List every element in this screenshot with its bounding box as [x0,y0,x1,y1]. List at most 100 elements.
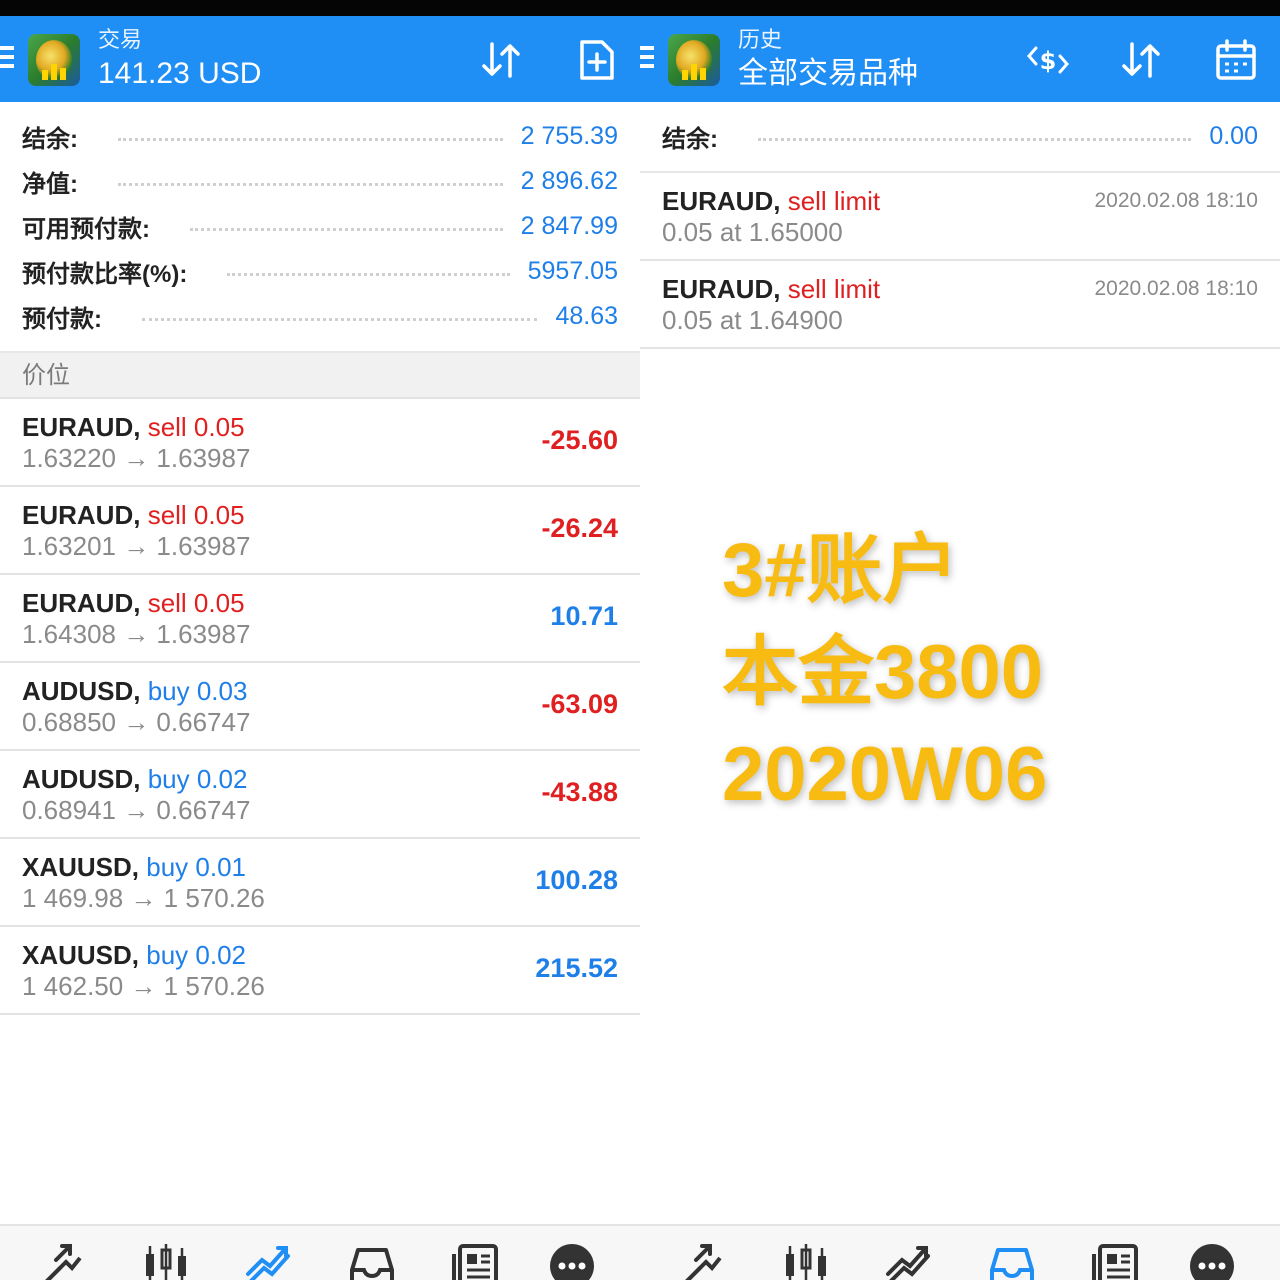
free-margin-value: 2 847.99 [520,212,618,240]
position-action: sell 0.05 [147,588,245,618]
position-symbol: AUDUSD, [22,764,141,794]
order-action: sell limit [787,186,881,216]
sort-icon[interactable] [1120,38,1164,82]
order-detail: 0.05 at 1.64900 [662,305,843,335]
position-profit: 215.52 [535,953,618,983]
balance-value: 0.00 [1209,122,1258,150]
trade-icon[interactable] [242,1240,294,1280]
position-row[interactable]: AUDUSD, buy 0.03 0.68850 → 0.66747 -63.0… [0,663,640,751]
currency-exchange-icon[interactable]: $ [1026,38,1070,82]
account-summary: 结余: 2 755.39 净值: 2 896.62 可用预付款: 2 847.9… [0,102,640,353]
history-app-bar: 历史 全部交易品种 $ [640,16,1280,102]
position-symbol: XAUUSD, [22,940,140,970]
chat-icon[interactable] [1186,1240,1238,1280]
position-profit: -25.60 [541,425,618,455]
trade-app-bar: 交易 141.23 USD [0,16,640,102]
svg-text:$: $ [1040,47,1057,75]
status-bar [0,0,1280,16]
position-profit: -43.88 [541,777,618,807]
bottom-tab-bar [640,1224,1280,1280]
summary-row-margin-level: 预付款比率(%): 5957.05 [22,249,618,294]
sort-icon[interactable] [480,38,524,82]
position-prices: 1.63201 → 1.63987 [22,531,251,561]
order-detail: 0.05 at 1.65000 [662,217,843,247]
overlay-line-capital: 本金3800 [722,630,1044,715]
chat-icon[interactable] [546,1240,598,1280]
position-prices: 1 462.50 → 1 570.26 [22,971,265,1001]
summary-row-margin: 预付款: 48.63 [22,294,618,339]
position-prices: 1.64308 → 1.63987 [22,619,251,649]
position-row[interactable]: XAUUSD, buy 0.02 1 462.50 → 1 570.26 215… [0,927,640,1015]
calendar-icon[interactable] [1214,38,1258,82]
overlay-line-week: 2020W06 [722,732,1048,817]
summary-row-equity: 净值: 2 896.62 [22,159,618,204]
chart-icon[interactable] [140,1240,192,1280]
position-profit: 100.28 [535,865,618,895]
position-action: buy 0.03 [147,676,248,706]
balance-label: 结余: [22,126,78,153]
position-row[interactable]: AUDUSD, buy 0.02 0.68941 → 0.66747 -43.8… [0,751,640,839]
margin-label: 预付款: [22,306,102,333]
order-date: 2020.02.08 18:10 [1094,189,1259,212]
position-symbol: AUDUSD, [22,676,141,706]
new-order-icon[interactable] [574,38,618,82]
margin-value: 48.63 [555,302,618,330]
position-action: sell 0.05 [147,412,245,442]
equity-label: 净值: [22,171,78,198]
order-symbol: EURAUD, [662,274,781,304]
account-profit-title: 141.23 USD [98,57,262,90]
history-icon[interactable] [986,1240,1038,1280]
position-row[interactable]: EURAUD, sell 0.05 1.63220 → 1.63987 -25.… [0,399,640,487]
position-prices: 0.68941 → 0.66747 [22,795,251,825]
free-margin-label: 可用预付款: [22,216,150,243]
position-prices: 0.68850 → 0.66747 [22,707,251,737]
watermark-overlay: 3#账户 本金3800 2020W06 [722,520,1047,826]
position-row[interactable]: XAUUSD, buy 0.01 1 469.98 → 1 570.26 100… [0,839,640,927]
position-action: buy 0.01 [146,852,246,882]
positions-section-header: 价位 [0,353,640,399]
symbol-filter-title[interactable]: 全部交易品种 [738,54,918,94]
position-row[interactable]: EURAUD, sell 0.05 1.64308 → 1.63987 10.7… [0,575,640,663]
screen-subtitle: 历史 [738,27,783,52]
app-logo-icon [668,34,720,86]
position-prices: 1.63220 → 1.63987 [22,443,251,473]
position-profit: -63.09 [541,689,618,719]
margin-level-label: 预付款比率(%): [22,261,188,288]
position-profit: -26.24 [541,513,618,543]
overlay-line-account: 3#账户 [722,528,959,613]
position-symbol: EURAUD, [22,412,141,442]
history-summary: 结余: 0.00 [640,102,1280,173]
history-icon[interactable] [346,1240,398,1280]
margin-level-value: 5957.05 [527,257,618,285]
bottom-tab-bar [0,1224,640,1280]
position-action: buy 0.02 [147,764,248,794]
news-icon[interactable] [450,1240,502,1280]
position-prices: 1 469.98 → 1 570.26 [22,883,265,913]
chart-icon[interactable] [780,1240,832,1280]
position-symbol: EURAUD, [22,500,141,530]
balance-label: 结余: [662,126,718,153]
menu-icon[interactable] [640,46,656,72]
order-symbol: EURAUD, [662,186,781,216]
position-row[interactable]: EURAUD, sell 0.05 1.63201 → 1.63987 -26.… [0,487,640,575]
order-date: 2020.02.08 18:10 [1094,277,1259,300]
position-action: sell 0.05 [147,500,245,530]
trade-icon[interactable] [882,1240,934,1280]
menu-icon[interactable] [0,46,16,72]
summary-row-balance: 结余: 2 755.39 [22,114,618,159]
app-logo-icon [28,34,80,86]
screen-subtitle: 交易 [98,27,143,52]
news-icon[interactable] [1090,1240,1142,1280]
quotes-icon[interactable] [36,1240,88,1280]
balance-value: 2 755.39 [520,122,618,150]
order-action: sell limit [787,274,881,304]
summary-row-balance: 结余: 0.00 [662,114,1258,159]
position-symbol: EURAUD, [22,588,141,618]
position-symbol: XAUUSD, [22,852,140,882]
order-row[interactable]: EURAUD, sell limit 0.05 at 1.64900 2020.… [640,261,1280,349]
position-profit: 10.71 [550,601,618,631]
trade-panel: 交易 141.23 USD 结余: 2 755.39 净值: 2 896.62 … [0,16,640,1224]
quotes-icon[interactable] [676,1240,728,1280]
order-row[interactable]: EURAUD, sell limit 0.05 at 1.65000 2020.… [640,173,1280,261]
summary-row-free-margin: 可用预付款: 2 847.99 [22,204,618,249]
